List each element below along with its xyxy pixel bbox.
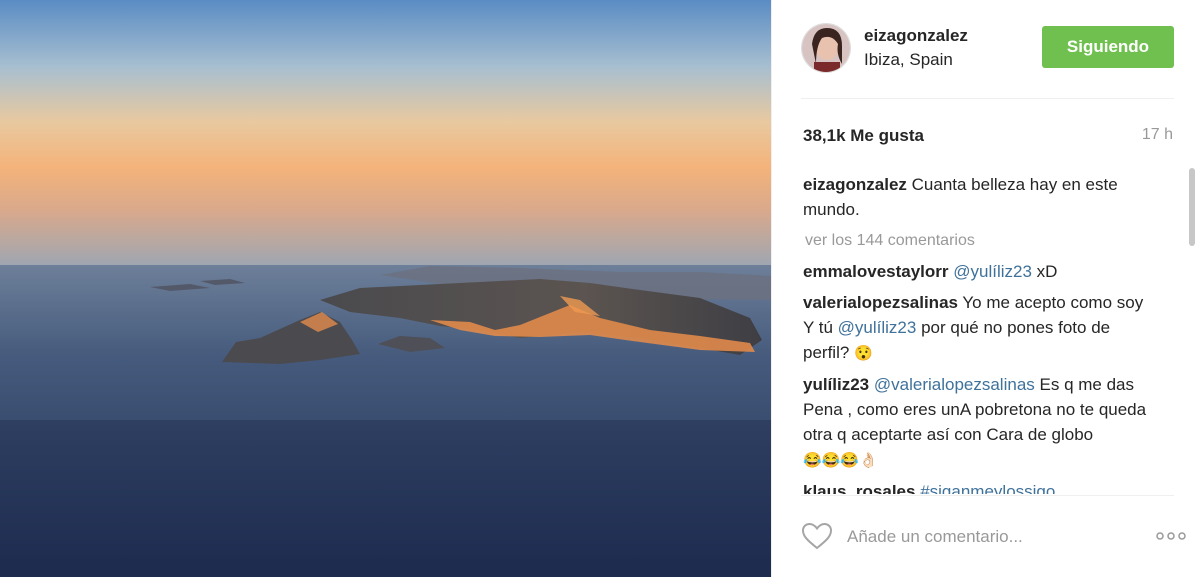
emoji: 😂😂😂👌🏻 xyxy=(803,452,878,469)
likes-count[interactable]: 38,1k Me gusta xyxy=(803,126,924,146)
comment-username[interactable]: valerialopezsalinas xyxy=(803,293,958,312)
post-author-username[interactable]: eizagonzalez xyxy=(864,26,968,46)
post-location[interactable]: Ibiza, Spain xyxy=(864,50,953,70)
caption-username[interactable]: eizagonzalez xyxy=(803,175,907,194)
comments-scrollbar[interactable] xyxy=(1189,168,1195,246)
list-item: yulíliz23 @valerialopezsalinas Es q me d… xyxy=(803,372,1153,473)
post-details-panel: eizagonzalez Ibiza, Spain Siguiendo 38,1… xyxy=(771,0,1200,577)
post-caption: eizagonzalez Cuanta belleza hay en este … xyxy=(803,172,1153,222)
comment-username[interactable]: emmalovestaylorr xyxy=(803,262,949,281)
view-all-comments-link[interactable]: ver los 144 comentarios xyxy=(805,228,1153,253)
list-item: emmalovestaylorr @yulíliz23 xD xyxy=(803,259,1153,284)
heart-outline-icon[interactable] xyxy=(801,522,833,550)
post-timestamp[interactable]: 17 h xyxy=(1142,126,1173,144)
comment-mention[interactable]: @yulíliz23 xyxy=(953,262,1032,281)
add-comment-bar xyxy=(772,510,1200,564)
header-divider xyxy=(801,98,1174,99)
comment-hashtag[interactable]: #siganmeylossigo xyxy=(920,482,1055,494)
comment-text: xD xyxy=(1031,262,1058,281)
comment-username[interactable]: yulíliz23 xyxy=(803,375,869,394)
post-header: eizagonzalez Ibiza, Spain Siguiendo xyxy=(772,0,1200,98)
following-button[interactable]: Siguiendo xyxy=(1042,26,1174,68)
comments-list: eizagonzalez Cuanta belleza hay en este … xyxy=(803,172,1153,494)
list-item: klaus_rosales #siganmeylossigo xyxy=(803,479,1153,494)
comment-mention[interactable]: @yulíliz23 xyxy=(838,318,917,337)
avatar[interactable] xyxy=(801,23,851,73)
more-options-icon[interactable] xyxy=(1154,525,1188,547)
list-item: valerialopezsalinas Yo me acepto como so… xyxy=(803,290,1153,366)
landscape-image xyxy=(0,0,771,577)
post-photo[interactable] xyxy=(0,0,771,577)
comments-divider xyxy=(801,495,1174,496)
emoji: 😯 xyxy=(854,345,873,362)
comment-mention[interactable]: @valerialopezsalinas xyxy=(874,375,1035,394)
add-comment-input[interactable] xyxy=(847,524,1097,550)
comment-username[interactable]: klaus_rosales xyxy=(803,482,915,494)
